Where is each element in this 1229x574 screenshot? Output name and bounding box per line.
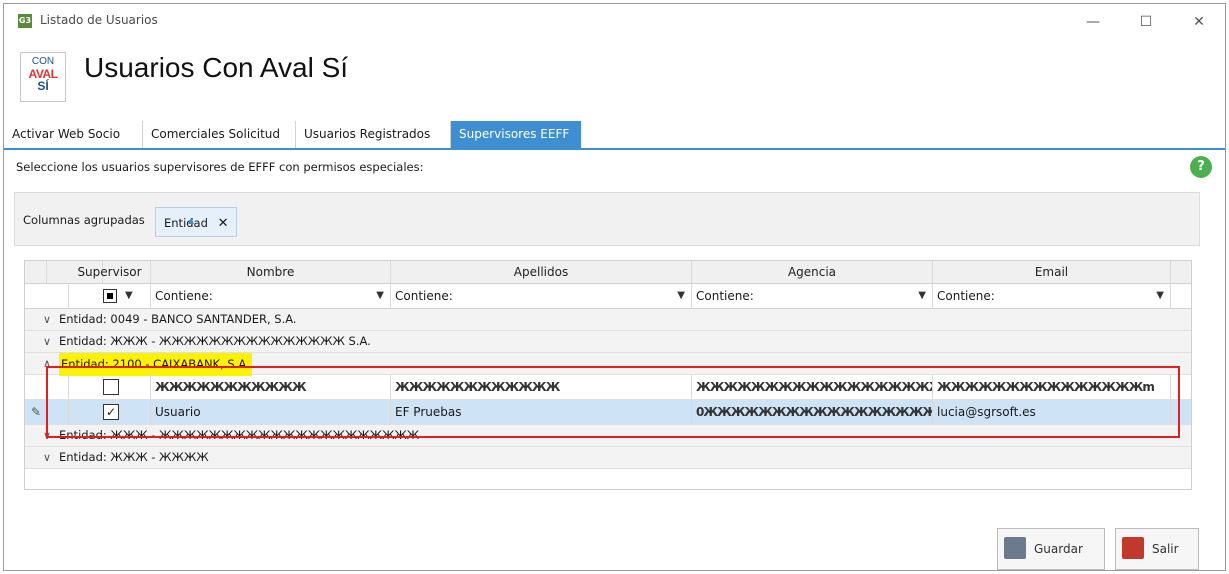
title-bar: G3 Listado de Usuarios — ☐ ✕: [4, 4, 1225, 34]
help-icon[interactable]: ?: [1190, 156, 1212, 178]
group-row[interactable]: ∨ Entidad: 0049 - BANCO SANTANDER, S.A.: [25, 309, 1191, 331]
filter-icon[interactable]: ▼: [918, 284, 926, 308]
close-button[interactable]: ✕: [1187, 12, 1211, 32]
tab-activar-web-socio[interactable]: Activar Web Socio: [4, 121, 143, 148]
group-chip-label: Entidad: [164, 216, 208, 230]
filter-icon[interactable]: ▼: [677, 284, 685, 308]
filter-email[interactable]: Contiene: ▼: [933, 284, 1171, 308]
chevron-down-icon[interactable]: ∨: [43, 447, 51, 468]
filter-nombre[interactable]: Contiene: ▼: [151, 284, 391, 308]
group-row[interactable]: ∨ Entidad: ЖЖЖ - ЖЖЖЖ: [25, 447, 1191, 469]
tab-comerciales-solicitud[interactable]: Comerciales Solicitud: [143, 121, 296, 148]
filter-icon[interactable]: ▼: [376, 284, 384, 308]
group-label: Entidad: ЖЖЖ - ЖЖЖЖ: [59, 450, 209, 464]
grid-header: Supervisor Nombre Apellidos Agencia Emai…: [25, 261, 1191, 284]
filter-row: ▼ Contiene: ▼ Contiene: ▼ Contiene: ▼ Co…: [25, 284, 1191, 309]
highlight-annotation: [46, 366, 1180, 438]
column-header-apellidos[interactable]: Apellidos: [391, 261, 692, 283]
main-window: G3 Listado de Usuarios — ☐ ✕ CON AVAL SÍ…: [4, 4, 1225, 570]
filter-placeholder: Contiene:: [937, 289, 995, 303]
filter-placeholder: Contiene:: [696, 289, 754, 303]
chevron-down-icon[interactable]: ∨: [43, 309, 51, 330]
group-label: Entidad: ЖЖЖ - ЖЖЖЖЖЖЖЖЖЖЖЖЖЖЖ S.A.: [59, 334, 371, 348]
sort-asc-icon: ▲: [188, 216, 195, 225]
filter-agencia[interactable]: Contiene: ▼: [692, 284, 933, 308]
instructions-text: Seleccione los usuarios supervisores de …: [16, 160, 424, 174]
column-header-nombre[interactable]: Nombre: [151, 261, 391, 283]
floppy-disk-icon: [1004, 537, 1026, 559]
tab-content: Seleccione los usuarios supervisores de …: [10, 150, 1216, 568]
group-label: Entidad: 0049 - BANCO SANTANDER, S.A.: [59, 312, 297, 326]
exit-door-icon: [1122, 537, 1144, 559]
select-all-checkbox[interactable]: [103, 289, 117, 303]
tab-bar: Activar Web Socio Comerciales Solicitud …: [4, 121, 1225, 150]
edit-pencil-icon: ✎: [31, 405, 42, 419]
app-icon: G3: [18, 14, 32, 28]
filter-placeholder: Contiene:: [395, 289, 453, 303]
tab-supervisores-eeff[interactable]: Supervisores EEFF: [451, 121, 581, 148]
save-button[interactable]: Guardar: [997, 528, 1105, 570]
column-header-supervisor[interactable]: Supervisor: [69, 261, 151, 283]
group-by-label: Columnas agrupadas: [23, 213, 145, 227]
column-header-agencia[interactable]: Agencia: [692, 261, 933, 283]
filter-placeholder: Contiene:: [155, 289, 213, 303]
remove-group-icon[interactable]: ✕: [218, 216, 229, 231]
group-by-panel[interactable]: Columnas agrupadas ▲ Entidad ✕: [14, 192, 1200, 246]
group-chip-entidad[interactable]: ▲ Entidad ✕: [155, 207, 238, 237]
tab-usuarios-registrados[interactable]: Usuarios Registrados: [296, 121, 451, 148]
filter-apellidos[interactable]: Contiene: ▼: [391, 284, 692, 308]
save-label: Guardar: [1034, 542, 1083, 556]
exit-button[interactable]: Salir: [1115, 528, 1199, 570]
chevron-down-icon[interactable]: ∨: [43, 331, 51, 352]
maximize-button[interactable]: ☐: [1134, 12, 1158, 32]
window-title: Listado de Usuarios: [40, 13, 158, 27]
minimize-button[interactable]: —: [1081, 12, 1105, 32]
indicator-header: [25, 261, 47, 283]
app-logo: CON AVAL SÍ: [20, 52, 66, 102]
logo-text-3: SÍ: [37, 79, 49, 93]
filter-icon[interactable]: ▼: [125, 284, 133, 308]
filter-supervisor[interactable]: ▼: [69, 284, 151, 308]
group-row[interactable]: ∨ Entidad: ЖЖЖ - ЖЖЖЖЖЖЖЖЖЖЖЖЖЖЖ S.A.: [25, 331, 1191, 353]
filter-indicator: [25, 284, 69, 308]
filter-icon[interactable]: ▼: [1156, 284, 1164, 308]
page-title: Usuarios Con Aval Sí: [84, 52, 349, 83]
exit-label: Salir: [1152, 542, 1179, 556]
column-header-email[interactable]: Email: [933, 261, 1171, 283]
